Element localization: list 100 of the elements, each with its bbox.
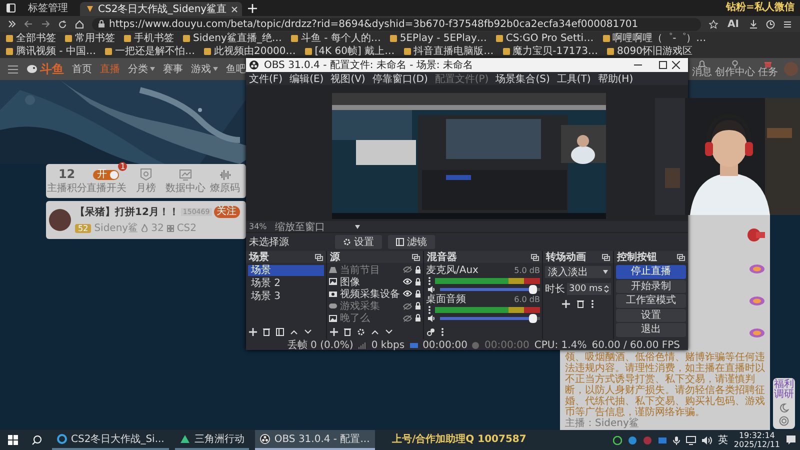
maximize-icon[interactable] — [659, 61, 667, 69]
bookmark[interactable]: 腾讯视频 - 中国… — [6, 45, 96, 58]
plus-icon[interactable] — [248, 4, 257, 12]
speaker-icon[interactable] — [702, 436, 712, 444]
control-button[interactable]: 设置 — [616, 308, 686, 322]
toolbar-button[interactable]: 滤镜 — [388, 235, 435, 249]
chevron-down-icon[interactable] — [385, 329, 393, 335]
zoom-mode-select[interactable]: 缩放至窗口 — [274, 220, 360, 234]
chevrons-icon[interactable] — [8, 20, 16, 28]
nav-link[interactable]: 鱼吧 — [226, 62, 246, 76]
kebab-icon[interactable] — [441, 328, 444, 336]
nav-link[interactable]: 首页 — [72, 62, 92, 76]
reload-icon[interactable] — [58, 20, 67, 28]
search-icon[interactable] — [32, 435, 42, 445]
bookmark[interactable]: Sideny鲨直播_绝… — [183, 32, 282, 45]
kebab-icon[interactable] — [591, 300, 594, 308]
plus-icon[interactable] — [562, 300, 570, 308]
source-item[interactable]: 游戏采集 — [340, 299, 400, 314]
lock-icon[interactable] — [415, 290, 421, 298]
clock[interactable]: 19:32:14 2025/12/11 — [734, 431, 780, 449]
eye-off-icon[interactable] — [403, 302, 412, 310]
bookmark[interactable]: 手机书签 — [124, 32, 174, 45]
popout-icon[interactable] — [677, 254, 685, 260]
lock-icon[interactable] — [415, 314, 421, 322]
bookmark[interactable]: 8090怀旧游戏区 — [607, 45, 692, 58]
taskbar-app[interactable]: CS2冬日大作战_Si... — [52, 430, 170, 450]
scene-item[interactable]: 场景 — [248, 265, 324, 276]
windows-icon[interactable] — [8, 435, 18, 445]
home-icon[interactable] — [75, 20, 84, 28]
lock-icon[interactable] — [415, 266, 421, 274]
forward-arrow-icon[interactable] — [41, 20, 50, 28]
bookmark[interactable]: 啊哩啊哩（゜-゜）… — [602, 32, 706, 45]
bookmark[interactable]: 此视频由20000… — [204, 45, 296, 58]
follow-button[interactable]: 关注 — [214, 206, 240, 218]
menu-icon[interactable] — [783, 20, 792, 28]
target-icon[interactable] — [779, 416, 789, 426]
lock-icon[interactable] — [415, 278, 421, 286]
bookmark[interactable]: 一把还是解不怕… — [104, 45, 195, 58]
survey-link[interactable]: 福利调研 — [774, 380, 794, 400]
header-action[interactable]: 任务 — [758, 60, 778, 78]
control-button[interactable]: 开始录制 — [616, 280, 686, 293]
source-item[interactable]: 晚了么 — [340, 311, 400, 326]
slider-thumb[interactable] — [529, 314, 537, 324]
input-method-indicator[interactable]: 英 — [718, 433, 728, 447]
taskbar-app[interactable]: OBS 31.0.4 - 配置... — [255, 430, 375, 450]
bookmark[interactable]: 魔力宝贝-17173… — [502, 45, 598, 58]
nav-link[interactable]: 赛事 — [163, 62, 183, 76]
kebab-icon[interactable] — [428, 306, 431, 314]
ai-button[interactable]: AI — [726, 18, 741, 30]
lock-icon[interactable] — [415, 302, 421, 310]
slider-thumb[interactable] — [529, 284, 537, 294]
taskbar-app[interactable]: 三角洲行动 — [175, 430, 250, 450]
nav-link[interactable]: 游戏 — [191, 62, 218, 76]
filter-icon[interactable] — [276, 328, 284, 336]
scene-item[interactable]: 场景 3 — [248, 291, 324, 302]
bookmark[interactable]: [4K 60帧] 戴上… — [304, 45, 395, 58]
eye-off-icon[interactable] — [403, 314, 412, 322]
popout-icon[interactable] — [531, 254, 539, 260]
bookmark[interactable]: 斗鱼 - 每个人的… — [290, 32, 381, 45]
menu-icon[interactable] — [8, 64, 18, 74]
eye-icon[interactable] — [403, 290, 412, 298]
header-action[interactable]: 消息 — [692, 60, 712, 78]
source-item[interactable]: 视频采集设备 — [340, 286, 400, 301]
url-field[interactable]: https://www.douyu.com/beta/topic/drdzz?rid=8694&dyshid=3b670-f37548fb92b0ca2ecfa34ef000081701 — [92, 18, 701, 30]
eye-off-icon[interactable] — [403, 266, 412, 274]
source-item[interactable]: 当前节目 — [340, 262, 400, 277]
source-item[interactable]: 图像 — [340, 274, 400, 289]
star-icon[interactable] — [708, 20, 718, 28]
bookmark[interactable]: 常用书签 — [65, 32, 115, 45]
trash-icon[interactable] — [263, 328, 270, 336]
duration-field[interactable]: 300 ms — [567, 283, 611, 295]
close-icon[interactable] — [672, 61, 680, 69]
scene-item[interactable]: 场景 2 — [248, 278, 324, 289]
kebab-icon[interactable] — [428, 276, 431, 285]
live-toggle[interactable]: 开 — [93, 170, 120, 180]
speaker-icon[interactable] — [428, 286, 436, 293]
popout-icon[interactable] — [602, 254, 610, 260]
download-icon[interactable] — [749, 20, 758, 28]
eye-icon[interactable] — [403, 278, 412, 286]
control-button[interactable]: 工作室模式 — [616, 294, 686, 308]
link-icon[interactable] — [427, 328, 435, 336]
popout-icon[interactable] — [315, 254, 323, 260]
plus-icon[interactable] — [249, 328, 257, 336]
bookmark[interactable]: 5EPlay - 5EPlay… — [390, 32, 487, 45]
nav-link[interactable]: 分类 — [128, 62, 155, 76]
control-button[interactable]: 停止直播 — [616, 265, 686, 278]
moon-icon[interactable] — [779, 403, 789, 413]
chevron-up-icon[interactable] — [290, 329, 298, 335]
transition-select[interactable]: 淡入淡出 — [545, 266, 611, 278]
network-icon[interactable] — [686, 436, 696, 444]
browser-tab[interactable]: CS2冬日大作战_Sideny鲨直 — [80, 2, 242, 16]
chevron-up-icon[interactable] — [371, 329, 379, 335]
plus-icon[interactable] — [330, 328, 338, 336]
notification-icon[interactable] — [786, 435, 796, 445]
trash-icon[interactable] — [577, 300, 584, 308]
history-icon[interactable] — [766, 20, 775, 28]
popout-icon[interactable] — [412, 254, 420, 260]
bookmark[interactable]: CS:GO Pro Setti… — [496, 32, 594, 45]
trash-icon[interactable] — [344, 328, 351, 336]
control-button[interactable]: 退出 — [616, 323, 686, 336]
